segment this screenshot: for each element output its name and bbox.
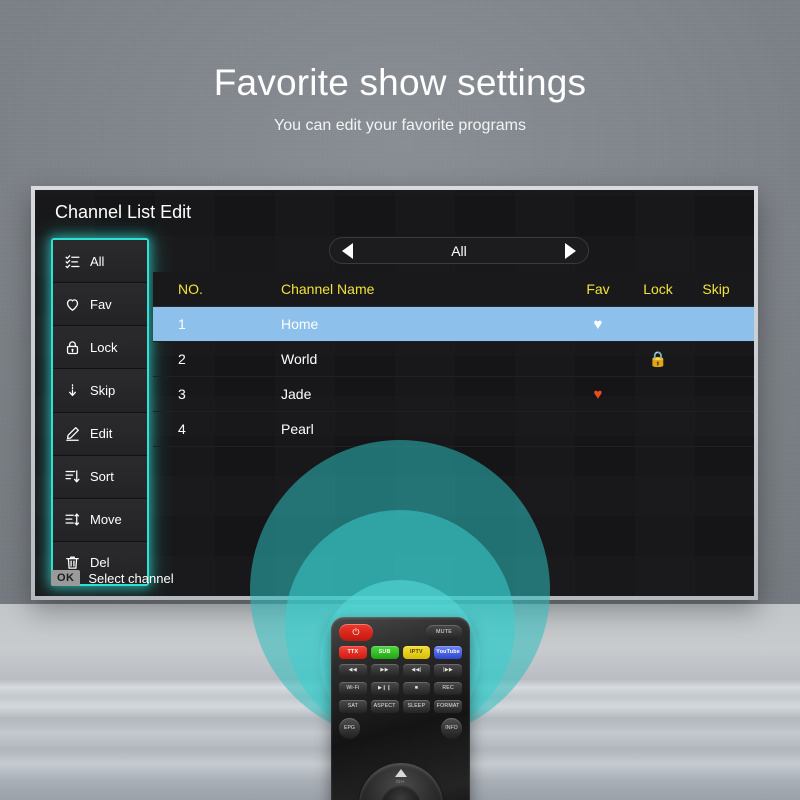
sidebar-item-move[interactable]: Move: [53, 498, 147, 542]
dpad-ok-button[interactable]: [380, 785, 421, 800]
stop-button[interactable]: ■: [402, 682, 431, 695]
wifi-button[interactable]: Wi-Fi: [339, 682, 367, 695]
dpad-channel-up-label: CH+: [395, 779, 406, 784]
sidebar-item-lock[interactable]: Lock: [53, 326, 147, 370]
remote-power-row: ⏻ MUTE: [339, 624, 462, 641]
cell-name: Jade: [281, 386, 312, 402]
cell-no: 4: [178, 421, 186, 437]
aspect-button[interactable]: ASPECT: [370, 700, 399, 713]
heart-icon: [64, 296, 81, 313]
skip-down-arrow-icon: [64, 382, 81, 399]
cell-lock-icon: 🔒: [648, 350, 668, 368]
sat-button[interactable]: SAT: [339, 700, 367, 713]
info-button[interactable]: INFO: [441, 718, 462, 739]
osd-footer: OK Select channel: [51, 570, 174, 586]
cell-no: 3: [178, 386, 186, 402]
column-header-fav: Fav: [586, 281, 610, 297]
table-header-row: NO. Channel Name Fav Lock Skip: [153, 272, 754, 307]
sidebar-item-sort[interactable]: Sort: [53, 455, 147, 499]
power-button[interactable]: ⏻: [339, 624, 373, 641]
move-updown-icon: [64, 511, 81, 528]
rewind-button[interactable]: ◀◀: [339, 664, 367, 677]
sleep-button[interactable]: SLEEP: [402, 700, 431, 713]
next-arrow-icon[interactable]: [565, 242, 576, 259]
sort-down-icon: [64, 468, 81, 485]
column-header-name: Channel Name: [281, 281, 375, 297]
sidebar-item-skip[interactable]: Skip: [53, 369, 147, 413]
sidebar-item-label: Edit: [90, 426, 113, 442]
epg-button[interactable]: EPG: [339, 718, 360, 739]
osd-title: Channel List Edit: [55, 202, 192, 222]
ttx-button[interactable]: TTX: [339, 646, 367, 659]
dpad-navigation[interactable]: CH+: [358, 763, 443, 800]
record-button[interactable]: REC: [434, 682, 462, 695]
column-header-lock: Lock: [643, 281, 673, 297]
cell-name: World: [281, 351, 318, 367]
cell-no: 2: [178, 351, 186, 367]
ok-hint-label: Select channel: [88, 570, 174, 586]
previous-button[interactable]: ◀◀|: [402, 664, 431, 677]
tv-device: Channel List Edit All Fav Lock Skip Edit…: [31, 186, 758, 600]
remote-transport-row: ◀◀ ▶▶ ◀◀| |▶▶: [339, 664, 462, 677]
remote-control: ⏻ MUTE TTX SUB IPTV YouTube ◀◀ ▶▶ ◀◀| |▶…: [331, 617, 470, 800]
mute-button[interactable]: MUTE: [426, 625, 462, 640]
page-subtitle: You can edit your favorite programs: [274, 117, 526, 134]
cell-no: 1: [178, 316, 186, 332]
sidebar-item-edit[interactable]: Edit: [53, 412, 147, 456]
sidebar-item-label: Sort: [90, 469, 114, 485]
sidebar-menu: All Fav Lock Skip Edit Sort Move Del: [51, 238, 149, 586]
cell-fav-heart-icon: ♥: [593, 385, 603, 403]
next-button[interactable]: |▶▶: [434, 664, 462, 677]
page-title: Favorite show settings: [213, 62, 587, 103]
checklist-icon: [64, 253, 81, 270]
trash-icon: [64, 554, 81, 571]
format-button[interactable]: FORMAT: [434, 700, 462, 713]
sidebar-item-label: Skip: [90, 382, 116, 398]
cell-fav-heart-icon: ♥: [593, 315, 603, 333]
column-header-no: NO.: [178, 281, 203, 297]
sidebar-item-label: All: [90, 253, 105, 269]
table-row[interactable]: 4 Pearl: [153, 412, 754, 447]
category-selector[interactable]: All: [329, 237, 589, 264]
play-pause-button[interactable]: ▶❙❙: [370, 682, 399, 695]
iptv-button[interactable]: IPTV: [402, 646, 431, 659]
forward-button[interactable]: ▶▶: [370, 664, 399, 677]
sidebar-item-fav[interactable]: Fav: [53, 283, 147, 327]
sidebar-item-label: Lock: [90, 339, 118, 355]
ok-key-badge[interactable]: OK: [51, 570, 81, 586]
remote-epg-info-row: EPG INFO: [339, 718, 462, 739]
tv-screen: Channel List Edit All Fav Lock Skip Edit…: [35, 190, 754, 596]
column-header-skip: Skip: [702, 281, 730, 297]
padlock-icon: [64, 339, 81, 356]
pencil-icon: [64, 425, 81, 442]
remote-media-row: Wi-Fi ▶❙❙ ■ REC: [339, 682, 462, 695]
sidebar-item-label: Del: [90, 555, 110, 571]
youtube-button[interactable]: YouTube: [434, 646, 462, 659]
table-row[interactable]: 3 Jade ♥: [153, 377, 754, 412]
channel-table: NO. Channel Name Fav Lock Skip 1 Home ♥ …: [153, 272, 754, 596]
table-row[interactable]: 1 Home ♥: [153, 307, 754, 342]
remote-color-row: TTX SUB IPTV YouTube: [339, 646, 462, 659]
cell-name: Pearl: [281, 421, 314, 437]
remote-function-row: SAT ASPECT SLEEP FORMAT: [339, 700, 462, 713]
cell-name: Home: [281, 316, 319, 332]
sub-button[interactable]: SUB: [370, 646, 399, 659]
sidebar-item-label: Move: [90, 512, 122, 528]
prev-arrow-icon[interactable]: [342, 242, 353, 259]
table-row[interactable]: 2 World 🔒: [153, 342, 754, 377]
category-selector-label: All: [451, 242, 467, 259]
sidebar-item-all[interactable]: All: [53, 240, 147, 284]
sidebar-item-label: Fav: [90, 296, 112, 312]
dpad-up-arrow-icon[interactable]: [394, 769, 407, 777]
